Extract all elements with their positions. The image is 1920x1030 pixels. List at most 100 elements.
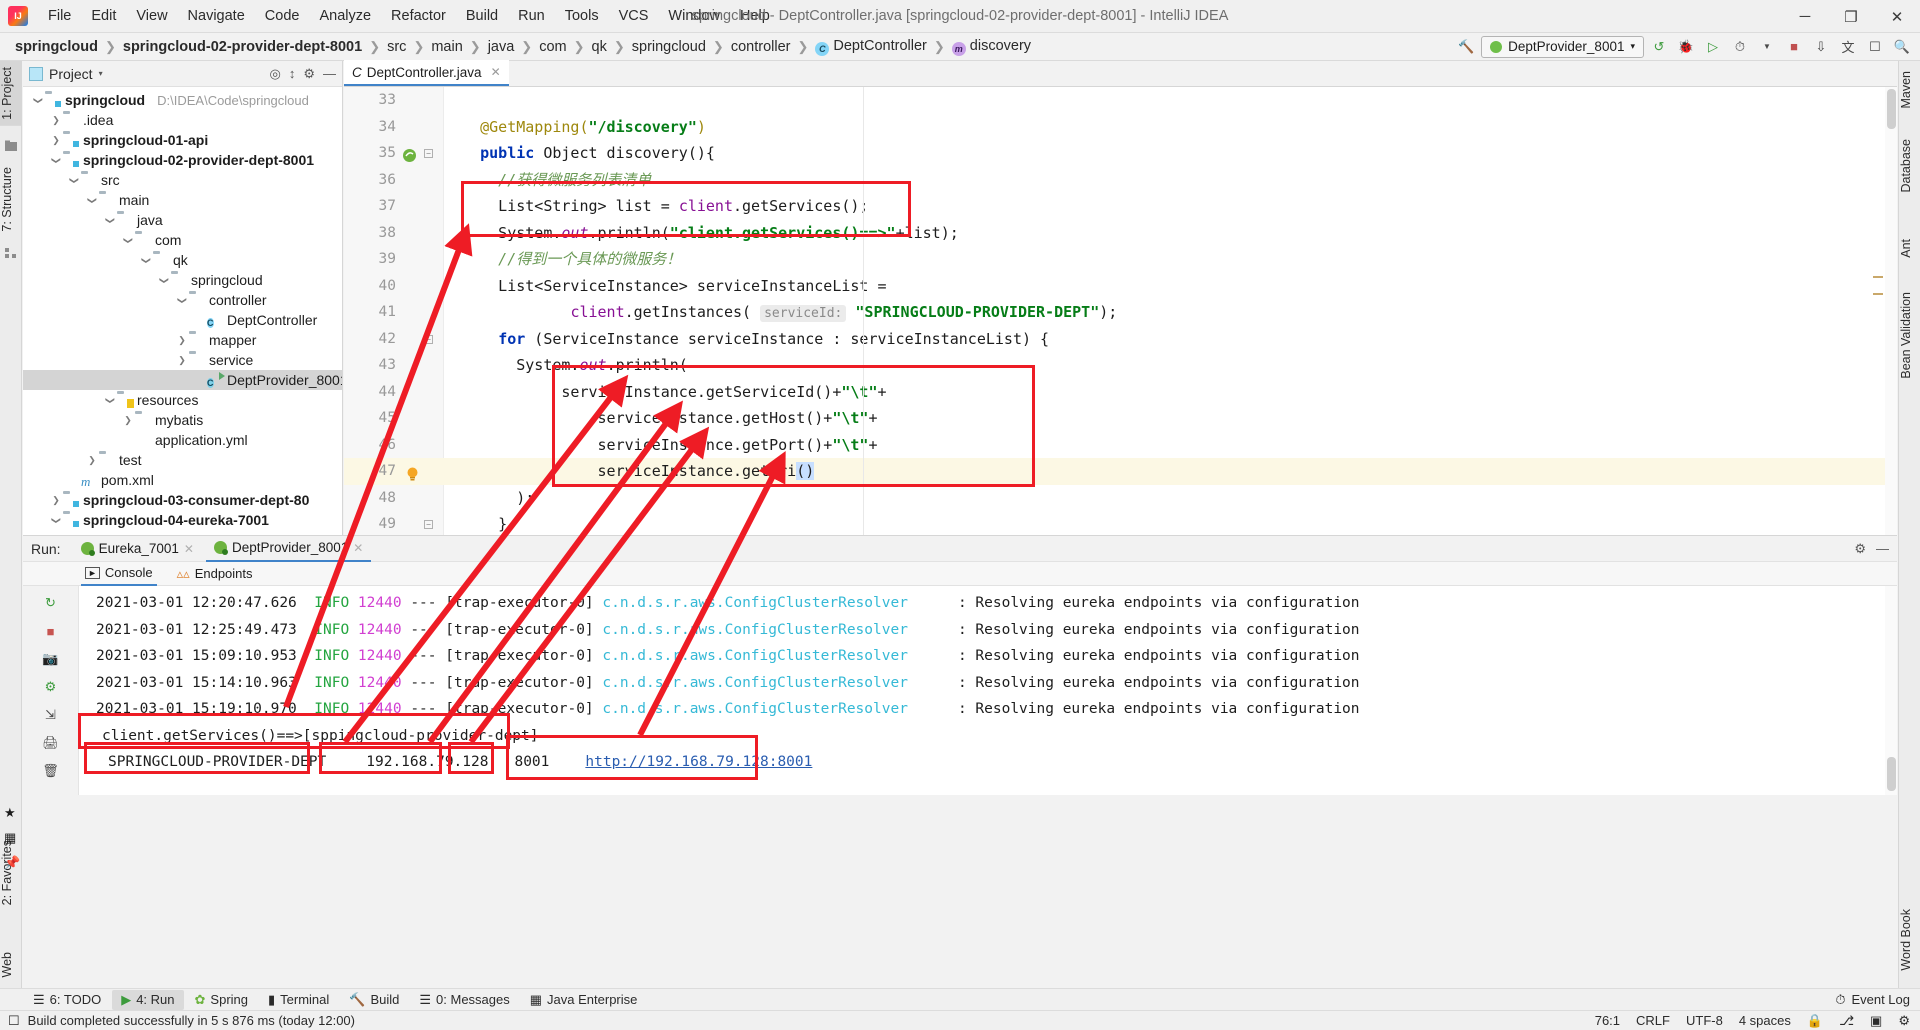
editor-tab-deptcontroller[interactable]: C DeptController.java ✕ [344, 60, 509, 86]
tree-node-deptcontroller[interactable]: C DeptController [23, 310, 342, 330]
tree-node-resources[interactable]: resources [23, 390, 342, 410]
breadcrumb-controller[interactable]: controller [726, 37, 796, 57]
chevron-right-icon[interactable] [49, 135, 63, 146]
bottom-tab-run[interactable]: ▶ 4: Run [112, 989, 184, 1010]
menu-analyze[interactable]: Analyze [309, 5, 381, 27]
breadcrumb-springcloud-pkg[interactable]: springcloud [627, 37, 711, 57]
layout-icon[interactable]: ☐ [1863, 36, 1887, 58]
chevron-down-icon[interactable] [67, 175, 81, 186]
breadcrumb-qk[interactable]: qk [587, 37, 612, 57]
chevron-down-icon[interactable] [103, 395, 117, 406]
breadcrumb-springcloud[interactable]: springcloud [10, 37, 103, 57]
bottom-tab-java-enterprise[interactable]: ▦ Java Enterprise [521, 990, 647, 1010]
chevron-down-icon[interactable] [103, 215, 117, 226]
code-fold-icon[interactable]: − [424, 520, 433, 529]
notification-icon[interactable]: ⚙ [1898, 1013, 1910, 1029]
code-line-41[interactable]: 41 client.getInstances( serviceId: "SPRI… [344, 299, 1897, 326]
bulb-icon[interactable] [406, 464, 419, 481]
menu-help[interactable]: Help [730, 5, 780, 27]
bottom-tab-todo[interactable]: ☰ 6: TODO [24, 990, 110, 1010]
menu-run[interactable]: Run [508, 5, 555, 27]
code-line-39[interactable]: 39 //得到一个具体的微服务！ [344, 246, 1897, 273]
run-tab-deptprovider[interactable]: DeptProvider_8001 ✕ [205, 536, 372, 562]
bottom-tab-messages[interactable]: ☰ 0: Messages [410, 990, 518, 1010]
code-fold-icon[interactable]: − [424, 149, 433, 158]
breadcrumb-com[interactable]: com [534, 37, 571, 57]
tree-node-application-yml[interactable]: application.yml [23, 430, 342, 450]
trash-icon[interactable]: 🗑 [40, 760, 62, 782]
chevron-right-icon[interactable] [175, 335, 189, 346]
breadcrumb-src[interactable]: src [382, 37, 411, 57]
run-tab-eureka[interactable]: Eureka_7001 ✕ [73, 536, 202, 562]
code-line-47[interactable]: 47 serviceInstance.getUri() [344, 458, 1897, 485]
editor-scrollbar-thumb[interactable] [1887, 89, 1896, 129]
tree-node-controller[interactable]: controller [23, 290, 342, 310]
tool-tab-favorites[interactable]: 2: Favorites [0, 834, 22, 911]
locate-icon[interactable]: ◎ [270, 66, 281, 82]
tool-tab-bean-validation[interactable]: Bean Validation [1899, 286, 1920, 385]
profiler-icon[interactable]: ⏱ [1728, 36, 1752, 58]
tree-node-mapper[interactable]: mapper [23, 330, 342, 350]
menu-vcs[interactable]: VCS [609, 5, 659, 27]
tree-node-main[interactable]: main [23, 190, 342, 210]
tool-tab-ant[interactable]: Ant [1899, 233, 1920, 264]
tool-tab-project[interactable]: 1: Project [0, 61, 22, 126]
menu-file[interactable]: File [38, 5, 81, 27]
code-line-33[interactable]: 33 [344, 87, 1897, 114]
tree-node-test[interactable]: test [23, 450, 342, 470]
code-content[interactable]: 33 34 @GetMapping("/discovery") 35 − public… [344, 87, 1897, 535]
tree-node-service[interactable]: service [23, 350, 342, 370]
export-icon[interactable]: ⇲ [40, 704, 62, 726]
tree-node-springcloud-04-eureka-7001[interactable]: springcloud-04-eureka-7001 [23, 510, 342, 530]
print-icon[interactable]: 🖨 [40, 732, 62, 754]
close-icon[interactable]: ✕ [184, 542, 194, 556]
code-line-35[interactable]: 35 − public Object discovery(){ [344, 140, 1897, 167]
console-scrollbar-thumb[interactable] [1887, 757, 1896, 791]
code-line-48[interactable]: 48 ); [344, 485, 1897, 512]
code-line-49[interactable]: 49 − } [344, 511, 1897, 535]
close-button[interactable]: ✕ [1874, 0, 1920, 33]
spring-bean-icon[interactable] [402, 145, 418, 162]
menu-window[interactable]: Window [658, 5, 730, 27]
event-log-label[interactable]: Event Log [1851, 992, 1910, 1007]
chevron-down-icon[interactable] [139, 255, 153, 266]
tree-node-src[interactable]: src [23, 170, 342, 190]
indent-setting[interactable]: 4 spaces [1739, 1013, 1791, 1028]
chevron-right-icon[interactable] [121, 415, 135, 426]
breadcrumb-method[interactable]: m discovery [947, 36, 1036, 58]
breadcrumb-module[interactable]: springcloud-02-provider-dept-8001 [118, 37, 367, 57]
chevron-down-icon[interactable] [121, 235, 135, 246]
subtab-console[interactable]: ► Console [81, 562, 157, 586]
screenshot-icon[interactable]: 📷 [40, 648, 62, 670]
tool-tab-structure[interactable]: 7: Structure [0, 161, 22, 238]
code-line-37[interactable]: 37 List<String> list = client.getService… [344, 193, 1897, 220]
code-line-34[interactable]: 34 @GetMapping("/discovery") [344, 114, 1897, 141]
stop-icon[interactable]: ■ [40, 620, 62, 642]
code-line-36[interactable]: 36 //获得微服务列表清单 [344, 167, 1897, 194]
hammer-icon[interactable]: 🔨 [1454, 36, 1478, 58]
chevron-down-icon[interactable] [49, 515, 63, 526]
tree-node-pom-xml[interactable]: m pom.xml [23, 470, 342, 490]
chevron-down-icon[interactable] [85, 195, 99, 206]
close-icon[interactable]: ✕ [353, 541, 363, 555]
tree-node--idea[interactable]: .idea [23, 110, 342, 130]
code-fold-icon[interactable]: − [424, 334, 433, 344]
menu-code[interactable]: Code [255, 5, 310, 27]
tree-node-qk[interactable]: qk [23, 250, 342, 270]
chevron-down-icon[interactable] [175, 295, 189, 306]
stop-icon[interactable]: ■ [1782, 36, 1806, 58]
hide-icon[interactable]: — [1876, 541, 1889, 556]
inspection-icon[interactable]: ▣ [1870, 1013, 1882, 1029]
code-line-46[interactable]: 46 serviceInstance.getPort()+"\t"+ [344, 432, 1897, 459]
file-encoding[interactable]: UTF-8 [1686, 1013, 1723, 1028]
menu-refactor[interactable]: Refactor [381, 5, 456, 27]
chevron-right-icon[interactable] [49, 495, 63, 506]
translate-icon[interactable]: 文 [1836, 36, 1860, 58]
subtab-endpoints[interactable]: ▵▵ Endpoints [173, 562, 257, 586]
settings-icon[interactable]: ⚙ [303, 66, 315, 82]
thread-dump-icon[interactable]: ⚙ [40, 676, 62, 698]
tree-node-springcloud[interactable]: springcloud [23, 270, 342, 290]
tree-node-springcloud-03-consumer-dept-80[interactable]: springcloud-03-consumer-dept-80 [23, 490, 342, 510]
chevron-right-icon[interactable] [175, 355, 189, 366]
settings-icon[interactable]: ⚙ [1854, 541, 1866, 557]
